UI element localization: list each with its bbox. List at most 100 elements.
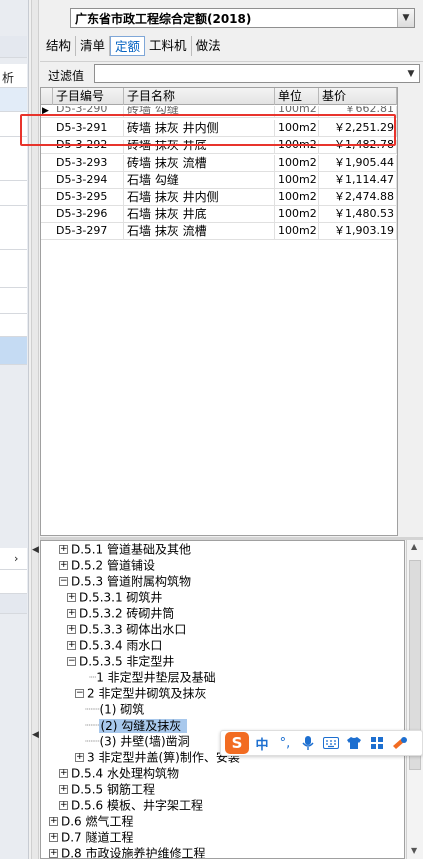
tree-node[interactable]: + D.5.2 管道铺设 [59, 557, 155, 573]
tree-node-label: (3) 井壁(墙)凿洞 [99, 734, 190, 749]
collapse-icon[interactable]: − [75, 689, 84, 698]
grid-header-unit[interactable]: 单位 [275, 88, 319, 105]
left-panel-row[interactable]: 析 [0, 64, 27, 88]
grid-header-price[interactable]: 基价 [319, 88, 397, 105]
table-row[interactable]: D5-3-293 砖墙 抹灰 流槽 100m2 ￥1,905.44 [41, 155, 397, 172]
tree-node-label: D.5.3.5 非定型井 [79, 654, 175, 669]
left-panel-row [0, 594, 27, 614]
left-panel-row[interactable] [0, 88, 27, 112]
tree-node-label: D.8 市政设施养护维修工程 [61, 846, 206, 859]
tree-node[interactable]: + D.5.3.3 砌体出水口 [67, 621, 186, 637]
expand-icon[interactable]: + [59, 769, 68, 778]
tree-node[interactable]: ┈1 非定型井垫层及基础 [89, 669, 216, 685]
tab-quota[interactable]: 定额 [110, 36, 146, 56]
cell-name: 石墙 抹灰 井内侧 [124, 189, 275, 206]
table-row[interactable]: D5-3-297 石墙 抹灰 流槽 100m2 ￥1,903.19 [41, 223, 397, 240]
cell-name: 石墙 勾缝 [124, 172, 275, 189]
tree-node[interactable]: ┈┈(1) 砌筑 [85, 701, 144, 717]
chevron-down-icon[interactable]: ▼ [403, 65, 419, 82]
expand-icon[interactable]: + [49, 833, 58, 842]
expand-icon[interactable]: + [59, 785, 68, 794]
cell-price: ￥1,480.53 [319, 206, 397, 223]
quota-library-value: 广东省市政工程综合定额(2018) [75, 11, 252, 26]
mic-icon[interactable] [298, 733, 318, 753]
table-row[interactable]: D5-3-295 石墙 抹灰 井内侧 100m2 ￥2,474.88 [41, 189, 397, 206]
scroll-down-icon[interactable]: ▼ [411, 846, 417, 855]
collapse-left-icon[interactable]: ◀ [32, 545, 39, 559]
tree-node[interactable]: + D.5.1 管道基础及其他 [59, 541, 191, 557]
left-panel-row[interactable] [0, 288, 27, 314]
tab-materials[interactable]: 工料机 [145, 36, 192, 56]
grid-header-indicator [41, 88, 53, 105]
left-panel-row-selected[interactable] [0, 337, 27, 365]
cell-code: D5-3-297 [53, 223, 124, 240]
grid-icon[interactable] [367, 733, 387, 753]
tree-node[interactable]: ┈┈(3) 井壁(墙)凿洞 [85, 733, 190, 749]
tree-node-label: (1) 砌筑 [99, 702, 145, 717]
tree-scrollbar[interactable]: ▲ ▼ [406, 540, 423, 859]
tree-node[interactable]: + D.5.6 模板、井字架工程 [59, 797, 203, 813]
filter-input[interactable]: ▼ [94, 64, 420, 83]
ime-chinese-mode[interactable]: 中 [252, 733, 272, 753]
grid-header-code[interactable]: 子目编号 [53, 88, 124, 105]
left-panel-row[interactable] [0, 181, 27, 206]
left-panel-row[interactable]: › [0, 548, 27, 570]
cell-unit: 100m2 [275, 189, 319, 206]
expand-icon[interactable]: + [75, 753, 84, 762]
expand-icon[interactable]: + [59, 545, 68, 554]
cell-price: ￥1,903.19 [319, 223, 397, 240]
tree-node-label: D.5.1 管道基础及其他 [71, 542, 191, 557]
expand-icon[interactable]: + [59, 801, 68, 810]
tree-node-label: D.7 隧道工程 [61, 830, 134, 845]
tree-node[interactable]: + D.5.3.1 砌筑井 [67, 589, 162, 605]
quota-library-select[interactable]: 广东省市政工程综合定额(2018) ▼ [70, 8, 415, 28]
expand-icon[interactable]: + [59, 561, 68, 570]
left-panel-row[interactable] [0, 314, 27, 337]
cell-price: ￥2,474.88 [319, 189, 397, 206]
tree-node[interactable]: + D.5.3.4 雨水口 [67, 637, 162, 653]
left-panel-row[interactable] [0, 250, 27, 288]
grid-header-name[interactable]: 子目名称 [124, 88, 275, 105]
tree-node-label: D.6 燃气工程 [61, 814, 134, 829]
tree-node[interactable]: +3 非定型井盖(箅)制作、安装 [75, 749, 240, 765]
cell-name: 砖墙 抹灰 流槽 [124, 155, 275, 172]
table-row[interactable]: D5-3-296 石墙 抹灰 井底 100m2 ￥1,480.53 [41, 206, 397, 223]
tree-node[interactable]: − D.5.3.5 非定型井 [67, 653, 174, 669]
table-row[interactable]: D5-3-294 石墙 勾缝 100m2 ￥1,114.47 [41, 172, 397, 189]
tree-node[interactable]: + D.5.4 水处理构筑物 [59, 765, 179, 781]
tab-structure[interactable]: 结构 [42, 36, 77, 56]
expand-icon[interactable]: + [67, 625, 76, 634]
expand-icon[interactable]: + [67, 593, 76, 602]
tree-node[interactable]: + D.8 市政设施养护维修工程 [49, 845, 206, 859]
chapter-tree: + D.5.1 管道基础及其他 + D.5.2 管道铺设 − D.5.3 管道附属构筑… [40, 540, 405, 859]
ime-punctuation[interactable]: °, [275, 733, 295, 753]
expand-icon[interactable]: + [49, 817, 58, 826]
left-panel-row[interactable] [0, 206, 27, 250]
left-panel-text: 析 [2, 71, 15, 85]
tree-node[interactable]: + D.5.3.2 砖砌井筒 [67, 605, 174, 621]
tree-node[interactable]: + D.5.5 钢筋工程 [59, 781, 155, 797]
collapse-left-icon[interactable]: ◀ [32, 730, 39, 744]
sogou-logo-icon[interactable]: S [225, 732, 249, 754]
scroll-up-icon[interactable]: ▲ [411, 542, 417, 551]
tab-bill[interactable]: 清单 [76, 36, 111, 56]
expand-icon[interactable]: + [49, 849, 58, 858]
tab-method[interactable]: 做法 [192, 36, 225, 56]
tree-node[interactable]: − D.5.3 管道附属构筑物 [59, 573, 191, 589]
expand-icon[interactable]: + [67, 641, 76, 650]
tools-icon[interactable] [390, 733, 410, 753]
tree-node[interactable]: + D.6 燃气工程 [49, 813, 134, 829]
tree-connector: ┈┈ [85, 734, 100, 748]
left-panel-row[interactable] [0, 570, 27, 594]
keyboard-icon[interactable] [321, 733, 341, 753]
collapse-icon[interactable]: − [67, 657, 76, 666]
tree-node-label: D.5.3.4 雨水口 [79, 638, 163, 653]
tree-node[interactable]: + D.7 隧道工程 [49, 829, 134, 845]
tree-node[interactable]: −2 非定型井砌筑及抹灰 [75, 685, 206, 701]
chevron-down-icon[interactable]: ▼ [397, 9, 414, 27]
tree-node-selected[interactable]: ┈┈(2) 勾缝及抹灰 [85, 717, 188, 733]
shirt-icon[interactable] [344, 733, 364, 753]
chevron-right-icon[interactable]: › [14, 552, 18, 565]
collapse-icon[interactable]: − [59, 577, 68, 586]
expand-icon[interactable]: + [67, 609, 76, 618]
